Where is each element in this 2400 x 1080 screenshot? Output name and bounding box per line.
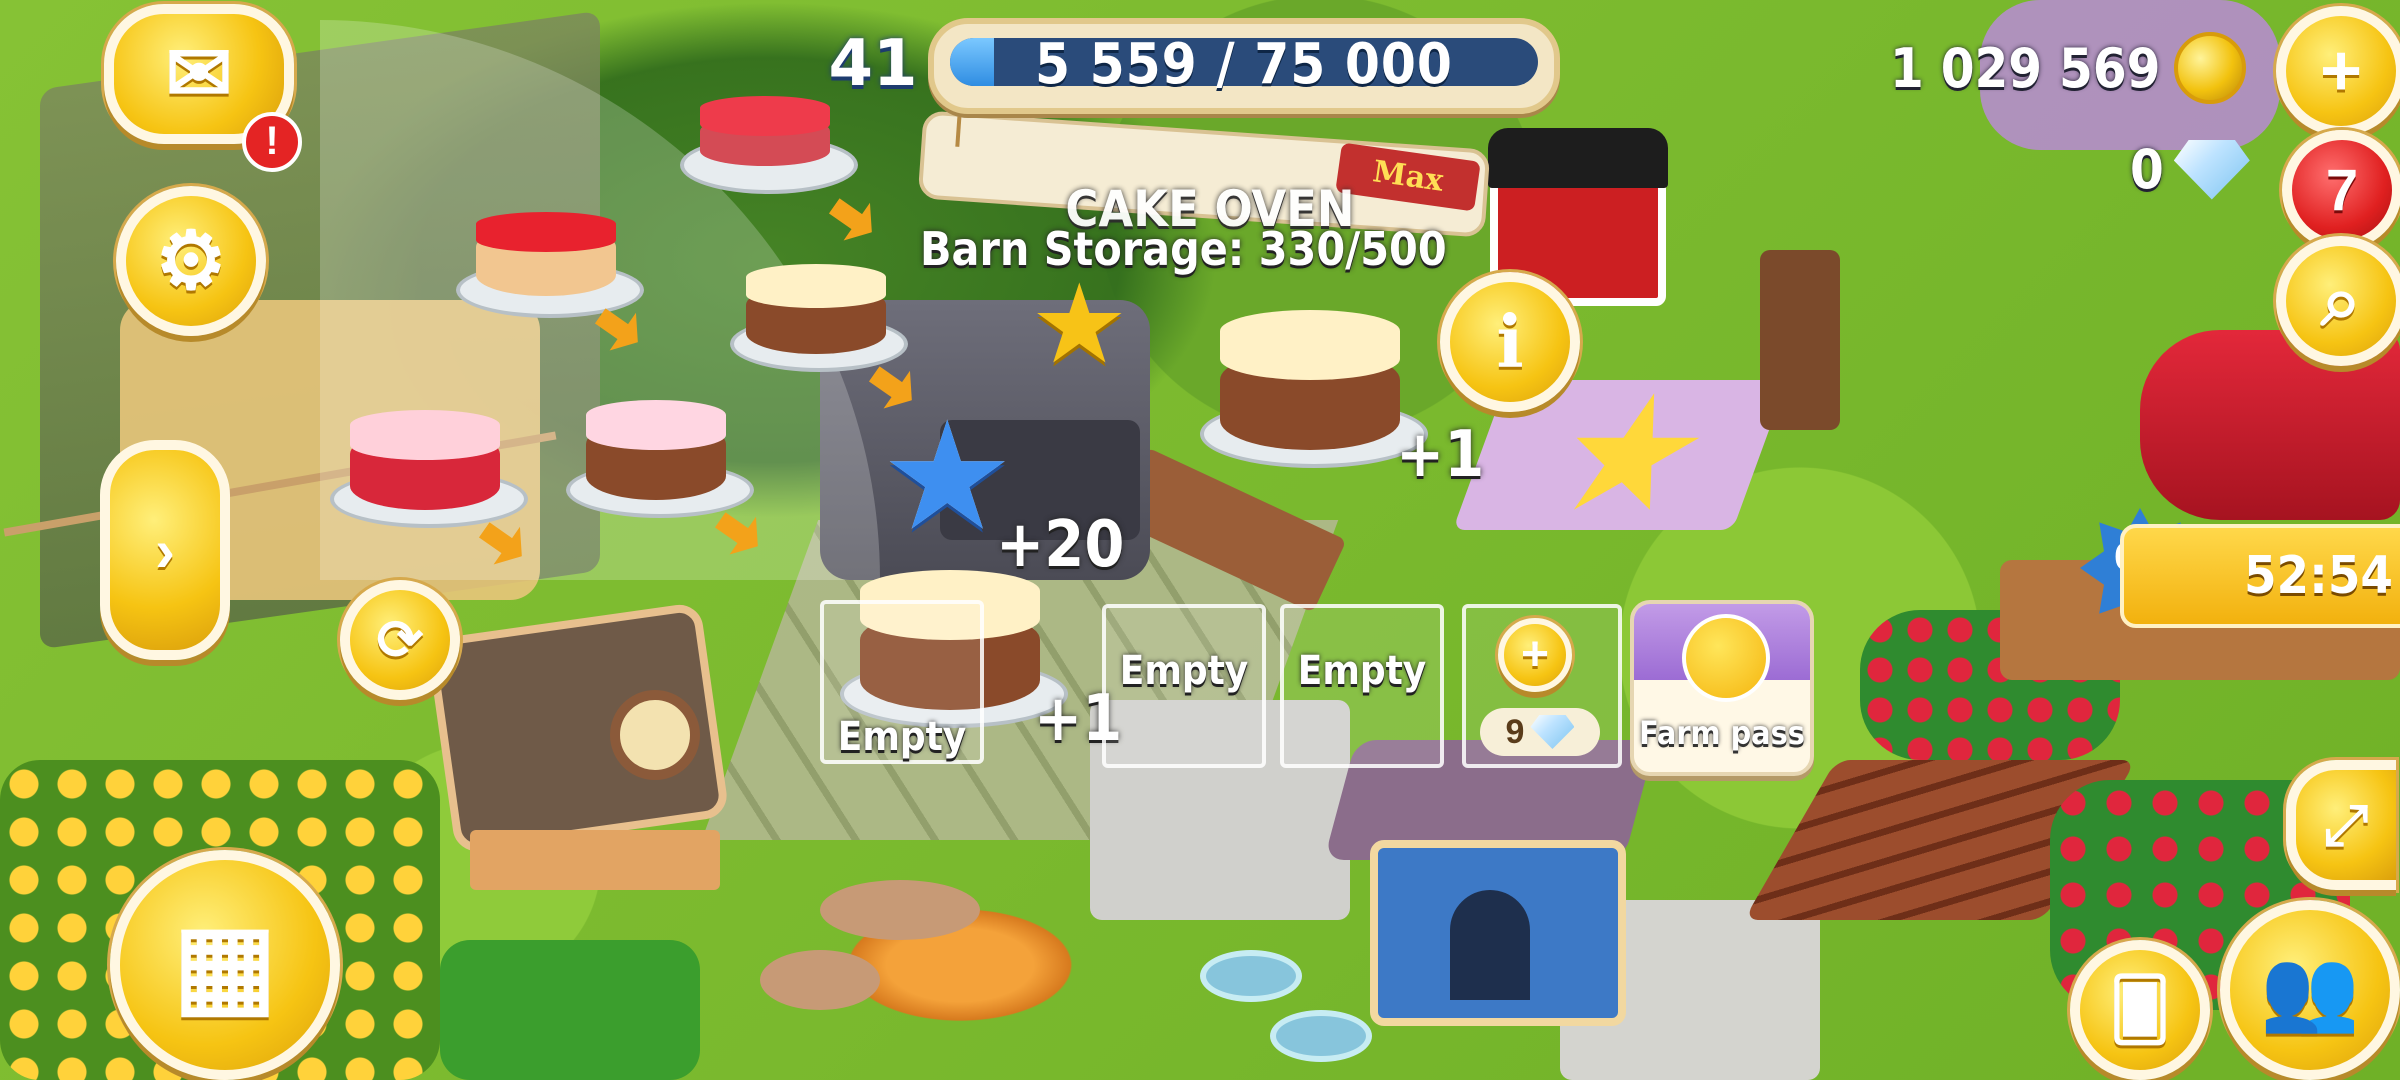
level-badge[interactable]: 41 bbox=[818, 14, 928, 114]
queue-slot[interactable]: Empty bbox=[820, 600, 984, 764]
doghouse-door bbox=[1450, 890, 1530, 1000]
shop-button[interactable]: ▦ bbox=[110, 850, 340, 1080]
finished-carrot-cake[interactable] bbox=[1200, 300, 1428, 470]
offer-timer[interactable]: 52:54 bbox=[2120, 524, 2400, 628]
chair bbox=[1760, 250, 1840, 430]
recipe-birthday-cake[interactable] bbox=[566, 390, 746, 520]
info-button[interactable]: i bbox=[1440, 272, 1580, 412]
xp-text: 5 559 / 75 000 bbox=[1034, 32, 1453, 97]
coop-hole bbox=[610, 690, 700, 780]
expand-button[interactable]: ⤢ bbox=[2286, 760, 2396, 890]
diamond-icon bbox=[1530, 715, 1575, 749]
chicken-coop[interactable] bbox=[426, 601, 760, 950]
add-slot-button[interactable]: + 9 bbox=[1462, 604, 1622, 768]
queue-slot[interactable]: Empty bbox=[1280, 604, 1444, 768]
expand-icon: ⤢ bbox=[2323, 793, 2369, 856]
cake-top bbox=[746, 264, 886, 308]
xp-reward: +20 bbox=[996, 508, 1125, 582]
info-icon: i bbox=[1496, 299, 1524, 384]
settings-button[interactable]: ⚙ bbox=[116, 186, 266, 336]
friends-button[interactable]: 👥 bbox=[2220, 900, 2400, 1080]
barn-storage-text: Barn Storage: 330/500 bbox=[920, 222, 1447, 276]
coins-value: 1 029 569 bbox=[1890, 36, 2161, 100]
slot-cost-value: 9 bbox=[1505, 712, 1525, 751]
cake-top bbox=[1220, 310, 1400, 380]
xp-star-icon: ★ bbox=[880, 392, 1015, 560]
pet-bowl bbox=[760, 950, 880, 1010]
diamonds-value: 0 bbox=[2130, 138, 2164, 201]
slot-label: Empty bbox=[837, 714, 967, 760]
coin-icon bbox=[2174, 32, 2247, 104]
sidebar-toggle-button[interactable]: › bbox=[100, 440, 230, 660]
cake-top bbox=[350, 410, 500, 460]
chevron-right-icon: › bbox=[155, 516, 175, 584]
cash-register-icon: ▦ bbox=[173, 903, 277, 1026]
pet-bowl bbox=[820, 880, 980, 940]
offer-timer-value: 52:54 bbox=[2244, 546, 2393, 606]
xp-bar[interactable]: 5 559 / 75 000 bbox=[928, 18, 1560, 114]
refresh-button[interactable]: ⟳ bbox=[340, 580, 460, 700]
notifications-count: 7 bbox=[2325, 157, 2359, 223]
magnifier-icon: ⌕ bbox=[2320, 261, 2362, 341]
refresh-icon: ⟳ bbox=[376, 608, 424, 671]
diamond-icon bbox=[2173, 139, 2250, 200]
search-button[interactable]: ⌕ bbox=[2276, 236, 2400, 366]
mail-icon: ✉ bbox=[165, 29, 233, 118]
coop-ramp bbox=[470, 830, 720, 890]
diamonds-counter: 0 bbox=[2130, 138, 2250, 201]
recipe-carrot-cake[interactable] bbox=[730, 254, 900, 374]
barn-roof bbox=[1488, 128, 1668, 188]
plus-icon: + bbox=[1498, 618, 1572, 692]
cake-top bbox=[476, 212, 616, 252]
plus-one: +1 bbox=[1396, 418, 1485, 492]
recipe-red-berry-cake[interactable] bbox=[330, 400, 520, 530]
friends-icon: 👥 bbox=[2260, 945, 2360, 1034]
slot-label: Empty bbox=[1119, 648, 1249, 694]
cake-top bbox=[700, 96, 830, 136]
notifications-button[interactable]: 7 bbox=[2282, 130, 2400, 250]
cake-top bbox=[586, 400, 726, 450]
mail-alert-badge: ! bbox=[242, 112, 302, 172]
water-bowl bbox=[1200, 950, 1302, 1002]
slot-label: Empty bbox=[1297, 648, 1427, 694]
hedge bbox=[440, 940, 700, 1080]
chick-icon bbox=[1682, 614, 1770, 702]
queue-slot[interactable]: Empty bbox=[1102, 604, 1266, 768]
plus-icon: + bbox=[2319, 31, 2363, 111]
cards-button[interactable]: 🂠 bbox=[2070, 940, 2210, 1080]
farm-pass-button[interactable]: Farm pass bbox=[1630, 600, 1814, 776]
farm-pass-label: Farm pass bbox=[1639, 714, 1805, 752]
add-coins-button[interactable]: + bbox=[2276, 6, 2400, 136]
recipe-strawberry-cheesecake[interactable] bbox=[456, 206, 636, 316]
cards-icon: 🂠 bbox=[2109, 976, 2171, 1043]
gear-icon: ⚙ bbox=[155, 216, 227, 305]
doghouse[interactable] bbox=[1323, 740, 1657, 1040]
water-bowl bbox=[1270, 1010, 1372, 1062]
star-icon: ★ bbox=[1030, 263, 1129, 386]
slot-cost: 9 bbox=[1480, 708, 1600, 756]
coins-counter: 1 029 569 bbox=[1890, 28, 2247, 108]
